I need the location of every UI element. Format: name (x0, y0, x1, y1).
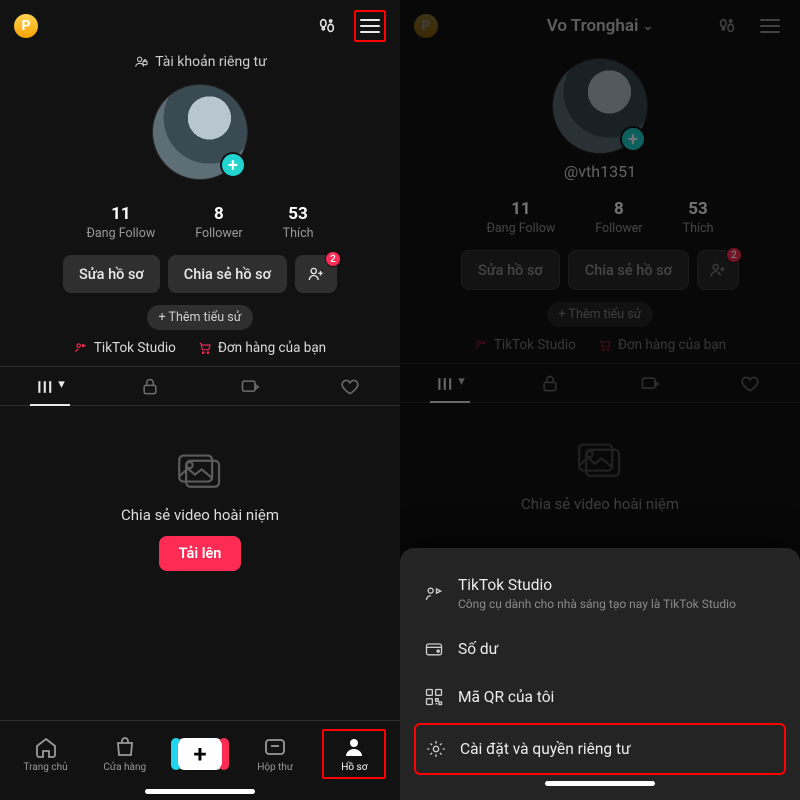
sheet-qr[interactable]: Mã QR của tôi (414, 673, 786, 721)
content-tabs: ▾ (0, 366, 400, 406)
tab-reposts[interactable] (624, 374, 676, 394)
username-handle: @vth1351 (400, 162, 800, 181)
sheet-settings[interactable]: Cài đặt và quyền riêng tư (414, 723, 786, 775)
tab-private[interactable] (524, 374, 576, 394)
stat-likes[interactable]: 53 Thích (283, 204, 314, 241)
share-profile-button[interactable]: Chia sẻ hồ sơ (568, 250, 689, 290)
profile-buttons: Sửa hồ sơ Chia sẻ hồ sơ 2 (0, 255, 400, 293)
bottom-nav: Trang chủ Cửa hàng + Hộp thư Hồ sơ (0, 720, 400, 785)
sheet-balance[interactable]: Số dư (414, 625, 786, 673)
avatar-add-icon[interactable]: + (620, 126, 646, 152)
sheet-tiktok-studio[interactable]: TikTok Studio Công cụ dành cho nhà sáng … (414, 562, 786, 625)
stat-followers[interactable]: 8 Follower (595, 199, 642, 236)
private-account-chip: Tài khoản riêng tư (133, 54, 267, 70)
add-friend-button[interactable]: 2 (697, 250, 739, 290)
stat-following[interactable]: 11 Đang Follow (87, 204, 156, 241)
notification-badge: 2 (325, 251, 341, 267)
avatar-add-icon[interactable]: + (220, 152, 246, 178)
add-friend-button[interactable]: 2 (295, 255, 337, 293)
tab-grid[interactable]: ▾ (424, 374, 476, 394)
avatar[interactable]: + (152, 84, 248, 180)
stats-row: 11 Đang Follow 8 Follower 53 Thích (0, 204, 400, 241)
quick-links: TikTok Studio Đơn hàng của bạn (0, 340, 400, 356)
empty-title: Chia sẻ video hoài niệm (121, 506, 279, 524)
right-screenshot: P Vo Tronghai⌄ + @vth1351 11 Đang Follow… (400, 0, 800, 800)
stat-followers[interactable]: 8 Follower (195, 204, 242, 241)
home-indicator (145, 789, 255, 794)
tiktok-studio-link[interactable]: TikTok Studio (474, 337, 576, 353)
empty-state: Chia sẻ video hoài niệm Tải lên (0, 406, 400, 720)
tab-liked[interactable] (724, 374, 776, 394)
menu-icon[interactable] (754, 10, 786, 42)
stat-likes[interactable]: 53 Thích (683, 199, 714, 236)
add-bio-button[interactable]: + Thêm tiểu sử (147, 305, 254, 330)
edit-profile-button[interactable]: Sửa hồ sơ (63, 255, 160, 293)
quick-links: TikTok Studio Đơn hàng của bạn (400, 337, 800, 353)
nav-profile[interactable]: Hồ sơ (322, 729, 386, 779)
orders-link[interactable]: Đơn hàng của bạn (198, 340, 326, 356)
nav-shop[interactable]: Cửa hàng (93, 735, 157, 773)
topbar: P Vo Tronghai⌄ (400, 0, 800, 48)
images-icon (574, 439, 626, 483)
nav-home[interactable]: Trang chủ (14, 735, 78, 773)
stat-following[interactable]: 11 Đang Follow (487, 199, 556, 236)
edit-profile-button[interactable]: Sửa hồ sơ (461, 250, 560, 290)
nav-create[interactable]: + (172, 738, 228, 770)
upload-button[interactable]: Tải lên (159, 536, 242, 571)
avatar[interactable]: + (552, 58, 648, 154)
profile-buttons: Sửa hồ sơ Chia sẻ hồ sơ 2 (400, 250, 800, 290)
profile-name-dropdown[interactable]: Vo Tronghai⌄ (547, 16, 654, 36)
menu-icon[interactable] (354, 10, 386, 42)
tab-liked[interactable] (324, 377, 376, 397)
stats-row: 11 Đang Follow 8 Follower 53 Thích (400, 199, 800, 236)
empty-title: Chia sẻ video hoài niệm (521, 495, 679, 513)
home-indicator (545, 781, 655, 786)
footprints-icon[interactable] (316, 15, 338, 37)
footprints-icon[interactable] (716, 15, 738, 37)
add-bio-button[interactable]: + Thêm tiểu sử (547, 302, 654, 327)
menu-sheet: TikTok Studio Công cụ dành cho nhà sáng … (400, 548, 800, 800)
content-tabs: ▾ (400, 363, 800, 403)
tab-grid[interactable]: ▾ (24, 377, 76, 397)
coin-icon[interactable]: P (14, 14, 38, 38)
left-screenshot: P Tài khoản riêng tư + 11 Đang Follow 8 … (0, 0, 400, 800)
images-icon (174, 450, 226, 494)
nav-inbox[interactable]: Hộp thư (243, 735, 307, 773)
private-account-label: Tài khoản riêng tư (155, 54, 267, 70)
notification-badge: 2 (726, 247, 742, 263)
tab-reposts[interactable] (224, 377, 276, 397)
orders-link[interactable]: Đơn hàng của bạn (598, 337, 726, 353)
topbar: P (0, 0, 400, 48)
coin-icon[interactable]: P (414, 14, 438, 38)
tiktok-studio-link[interactable]: TikTok Studio (74, 340, 176, 356)
share-profile-button[interactable]: Chia sẻ hồ sơ (168, 255, 287, 293)
tab-private[interactable] (124, 377, 176, 397)
